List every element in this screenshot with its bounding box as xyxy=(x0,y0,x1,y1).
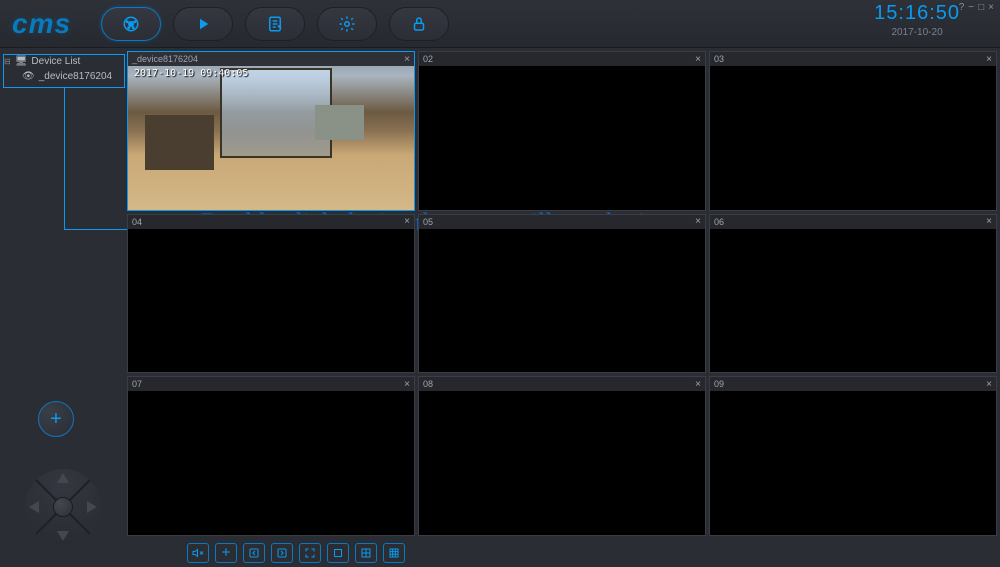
clock: 15:16:50 2017-10-20 xyxy=(874,2,960,38)
ptz-left-button[interactable] xyxy=(29,501,39,513)
maximize-icon[interactable]: □ xyxy=(978,2,984,13)
minimize-icon[interactable]: − xyxy=(968,2,974,13)
video-cell-9[interactable]: 09 × xyxy=(709,376,997,536)
device-label: _device8176204 xyxy=(39,71,112,82)
video-cell-5[interactable]: 05 × xyxy=(418,214,706,374)
video-cell-4[interactable]: 04 × xyxy=(127,214,415,374)
cell-label: 05 xyxy=(423,217,433,227)
cell-label: 06 xyxy=(714,217,724,227)
video-cell-8[interactable]: 08 × xyxy=(418,376,706,536)
previous-button[interactable] xyxy=(243,543,265,563)
cell-close-icon[interactable]: × xyxy=(986,379,992,390)
ptz-center-button[interactable] xyxy=(53,497,73,517)
content-area: Double click device,then you will see th… xyxy=(127,48,1000,567)
clock-date: 2017-10-20 xyxy=(874,27,960,38)
cell-close-icon[interactable]: × xyxy=(404,54,410,65)
mute-button[interactable] xyxy=(187,543,209,563)
log-button[interactable] xyxy=(245,7,305,41)
ptz-down-button[interactable] xyxy=(57,531,69,541)
monitor-icon: 🖥 xyxy=(15,56,28,67)
feed-timestamp: 2017-10-19 09:40:05 xyxy=(134,68,248,79)
drag-button[interactable] xyxy=(215,543,237,563)
ptz-control xyxy=(25,469,101,545)
live-view-button[interactable] xyxy=(101,7,161,41)
video-cell-2[interactable]: 02 × xyxy=(418,51,706,211)
video-cell-1[interactable]: _device8176204 × 2017-10-19 09:40:05 xyxy=(127,51,415,211)
layout-4-button[interactable] xyxy=(355,543,377,563)
tree-root-label: Device List xyxy=(31,56,80,67)
cell-label: 04 xyxy=(132,217,142,227)
help-icon[interactable]: ? xyxy=(959,2,965,13)
layout-1-button[interactable] xyxy=(327,543,349,563)
tree-collapse-icon[interactable]: ⊟ xyxy=(4,57,11,66)
cell-close-icon[interactable]: × xyxy=(986,54,992,65)
cell-header: _device8176204 × xyxy=(128,52,414,66)
video-cell-3[interactable]: 03 × xyxy=(709,51,997,211)
cell-close-icon[interactable]: × xyxy=(404,379,410,390)
video-cell-7[interactable]: 07 × xyxy=(127,376,415,536)
cell-close-icon[interactable]: × xyxy=(695,54,701,65)
device-sidebar: ⊟ 🖥 Device List 👁 _device8176204 + xyxy=(0,48,127,567)
app-header: cms 15:16:50 2017-10-20 ? − □ × xyxy=(0,0,1000,48)
cell-close-icon[interactable]: × xyxy=(986,216,992,227)
cell-close-icon[interactable]: × xyxy=(695,379,701,390)
window-controls: ? − □ × xyxy=(959,2,994,13)
video-cell-6[interactable]: 06 × xyxy=(709,214,997,374)
lock-button[interactable] xyxy=(389,7,449,41)
cell-label: 07 xyxy=(132,379,142,389)
next-button[interactable] xyxy=(271,543,293,563)
close-icon[interactable]: × xyxy=(988,2,994,13)
ptz-up-button[interactable] xyxy=(57,473,69,483)
camera-icon: 👁 xyxy=(22,71,35,82)
cell-close-icon[interactable]: × xyxy=(695,216,701,227)
cell-label: _device8176204 xyxy=(132,54,198,64)
cell-close-icon[interactable]: × xyxy=(404,216,410,227)
bottom-toolbar xyxy=(127,539,1000,567)
cell-label: 09 xyxy=(714,379,724,389)
cell-label: 03 xyxy=(714,54,724,64)
add-device-button[interactable]: + xyxy=(38,401,74,437)
fullscreen-button[interactable] xyxy=(299,543,321,563)
video-grid: _device8176204 × 2017-10-19 09:40:05 02 ×… xyxy=(127,48,1000,539)
settings-button[interactable] xyxy=(317,7,377,41)
playback-button[interactable] xyxy=(173,7,233,41)
clock-time: 15:16:50 xyxy=(874,2,960,25)
device-tree-root[interactable]: ⊟ 🖥 Device List xyxy=(4,54,123,69)
layout-9-button[interactable] xyxy=(383,543,405,563)
ptz-right-button[interactable] xyxy=(87,501,97,513)
cell-label: 02 xyxy=(423,54,433,64)
device-tree-item[interactable]: 👁 _device8176204 xyxy=(4,69,123,84)
app-logo: cms xyxy=(12,8,71,40)
cell-label: 08 xyxy=(423,379,433,389)
